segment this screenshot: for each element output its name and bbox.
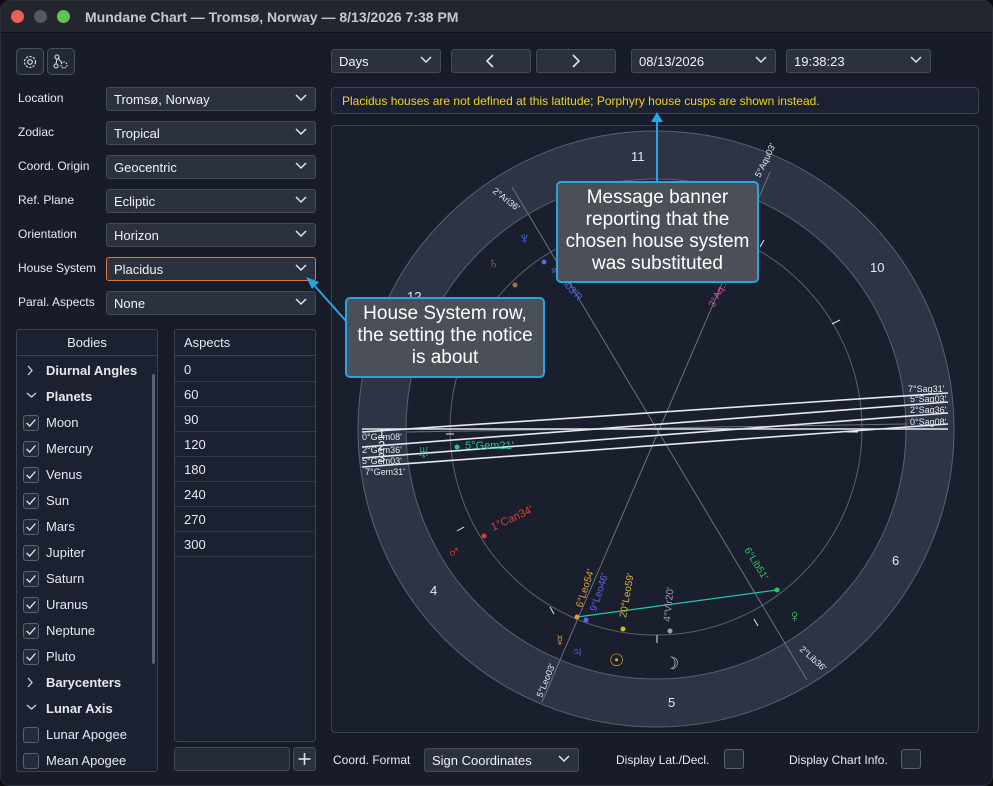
house-system-callout: House System row, the setting the notice… <box>345 297 545 378</box>
banner-callout: Message banner reporting that the chosen… <box>556 181 759 283</box>
callout-arrows <box>306 112 663 322</box>
app-window: Mundane Chart — Tromsø, Norway — 8/13/20… <box>0 0 993 786</box>
